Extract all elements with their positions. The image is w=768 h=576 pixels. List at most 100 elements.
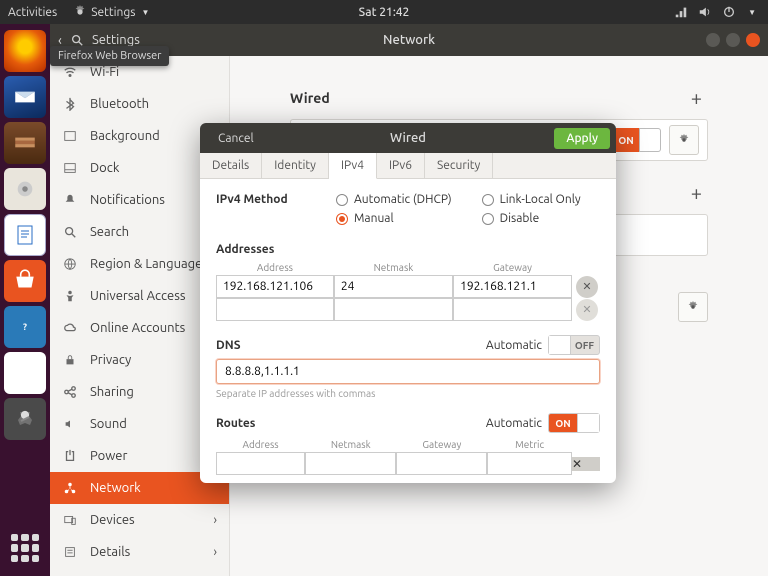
tab-ipv6[interactable]: IPv6 xyxy=(377,153,425,178)
launcher-software[interactable] xyxy=(4,260,46,302)
addr-header-netmask: Netmask xyxy=(334,260,453,275)
dock-icon xyxy=(62,160,78,176)
chevron-right-icon: › xyxy=(213,513,217,527)
headerbar-title: Network xyxy=(383,33,435,47)
switch-on-label: ON xyxy=(549,414,577,432)
switch-off-label: OFF xyxy=(570,340,599,351)
add-vpn-button[interactable]: + xyxy=(685,181,708,204)
proxy-settings-button[interactable] xyxy=(678,292,708,322)
radio-manual-label: Manual xyxy=(354,212,394,225)
tab-ipv4[interactable]: IPv4 xyxy=(329,153,377,179)
sidebar-item-label: Sound xyxy=(90,417,127,431)
radio-disable[interactable]: Disable xyxy=(482,212,581,225)
network-status-icon[interactable] xyxy=(674,5,688,19)
power-icon[interactable] xyxy=(722,5,736,19)
addr-0-delete[interactable]: ✕ xyxy=(576,276,598,298)
window-minimize[interactable] xyxy=(706,33,720,47)
cloud-icon xyxy=(62,320,78,336)
sidebar-item-label: Background xyxy=(90,129,160,143)
radio-automatic[interactable]: Automatic (DHCP) xyxy=(336,193,452,206)
apply-button[interactable]: Apply xyxy=(554,128,610,149)
addr-1-netmask[interactable] xyxy=(334,298,453,321)
chevron-down-icon: ▼ xyxy=(748,8,756,17)
bell-icon xyxy=(62,192,78,208)
route-0-gateway[interactable] xyxy=(396,452,487,475)
window-close[interactable] xyxy=(746,33,760,47)
connection-dialog: Cancel Wired Apply DetailsIdentityIPv4IP… xyxy=(200,123,616,483)
radio-disable-label: Disable xyxy=(500,212,540,225)
addr-0-gateway[interactable] xyxy=(453,275,572,298)
route-0-address[interactable] xyxy=(216,452,305,475)
routes-label: Routes xyxy=(216,417,255,430)
launcher-help[interactable]: ? xyxy=(4,306,46,348)
route-0-netmask[interactable] xyxy=(305,452,396,475)
wired-settings-button[interactable] xyxy=(669,125,699,155)
tab-details[interactable]: Details xyxy=(200,153,262,178)
tab-identity[interactable]: Identity xyxy=(262,153,329,178)
wired-section-title: Wired xyxy=(290,90,330,106)
dns-automatic-toggle[interactable]: OFF xyxy=(548,335,600,355)
radio-manual[interactable]: Manual xyxy=(336,212,452,225)
window-maximize[interactable] xyxy=(726,33,740,47)
switch-on-label: ON xyxy=(613,128,639,152)
sidebar-item-label: Universal Access xyxy=(90,289,185,303)
dns-input[interactable] xyxy=(216,359,600,384)
addr-1-gateway[interactable] xyxy=(453,298,572,321)
wired-toggle[interactable]: ON xyxy=(613,128,661,152)
sidebar-item-devices[interactable]: Devices › xyxy=(50,504,229,536)
sidebar-item-label: Wi-Fi xyxy=(90,65,119,79)
add-connection-button[interactable]: + xyxy=(685,86,708,109)
sidebar-item-label: Privacy xyxy=(90,353,131,367)
search-icon[interactable] xyxy=(70,33,84,47)
clock[interactable]: Sat 21:42 xyxy=(359,6,410,19)
launcher-firefox[interactable] xyxy=(4,30,46,72)
headerbar-app: Settings xyxy=(92,33,140,47)
dialog-body: IPv4 Method Automatic (DHCP) Manual Link… xyxy=(200,179,616,483)
sidebar-item-label: Sharing xyxy=(90,385,134,399)
route-0-delete[interactable]: ✕ xyxy=(572,457,600,471)
ipv4-method-label: IPv4 Method xyxy=(216,193,306,206)
radio-linklocal[interactable]: Link-Local Only xyxy=(482,193,581,206)
activities-button[interactable]: Activities xyxy=(8,6,57,19)
dns-automatic-label: Automatic xyxy=(486,339,542,352)
addr-1-delete[interactable]: ✕ xyxy=(576,299,598,321)
bluetooth-icon xyxy=(62,96,78,112)
power-icon xyxy=(62,448,78,464)
sidebar-item-label: Devices xyxy=(90,513,135,527)
dialog-headerbar: Cancel Wired Apply xyxy=(200,123,616,153)
addresses-table: Address Netmask Gateway ✕ ✕ xyxy=(216,260,600,321)
launcher-thunderbird[interactable] xyxy=(4,76,46,118)
launcher-writer[interactable] xyxy=(4,214,46,256)
chevron-right-icon: › xyxy=(213,545,217,559)
sidebar-item-label: Search xyxy=(90,225,129,239)
launcher-settings[interactable] xyxy=(4,398,46,440)
launcher: ? a xyxy=(0,24,50,576)
sound-icon xyxy=(62,416,78,432)
cancel-button[interactable]: Cancel xyxy=(206,128,266,149)
details-icon xyxy=(62,544,78,560)
launcher-show-apps[interactable] xyxy=(7,530,43,566)
tab-security[interactable]: Security xyxy=(425,153,493,178)
routes-header-address: Address xyxy=(216,437,305,452)
sidebar-item-label: Details xyxy=(90,545,130,559)
launcher-tooltip: Firefox Web Browser xyxy=(50,46,169,66)
addr-1-address[interactable] xyxy=(216,298,334,321)
addresses-label: Addresses xyxy=(216,243,600,256)
routes-table: Address Netmask Gateway Metric ✕ xyxy=(216,437,600,475)
launcher-files[interactable] xyxy=(4,122,46,164)
addr-0-address[interactable] xyxy=(216,275,334,298)
sidebar-item-bluetooth[interactable]: Bluetooth xyxy=(50,88,229,120)
sidebar-item-label: Network xyxy=(90,481,141,495)
app-menu-label[interactable]: Settings xyxy=(91,6,135,19)
volume-icon[interactable] xyxy=(698,5,712,19)
routes-header-metric: Metric xyxy=(487,437,572,452)
addr-0-netmask[interactable] xyxy=(334,275,453,298)
routes-header-gateway: Gateway xyxy=(396,437,487,452)
launcher-rhythmbox[interactable] xyxy=(4,168,46,210)
sidebar-item-details[interactable]: Details › xyxy=(50,536,229,568)
lock-icon xyxy=(62,352,78,368)
launcher-amazon[interactable]: a xyxy=(4,352,46,394)
route-0-metric[interactable] xyxy=(487,452,572,475)
routes-automatic-toggle[interactable]: ON xyxy=(548,413,600,433)
sidebar-item-label: Region & Language xyxy=(90,257,202,271)
